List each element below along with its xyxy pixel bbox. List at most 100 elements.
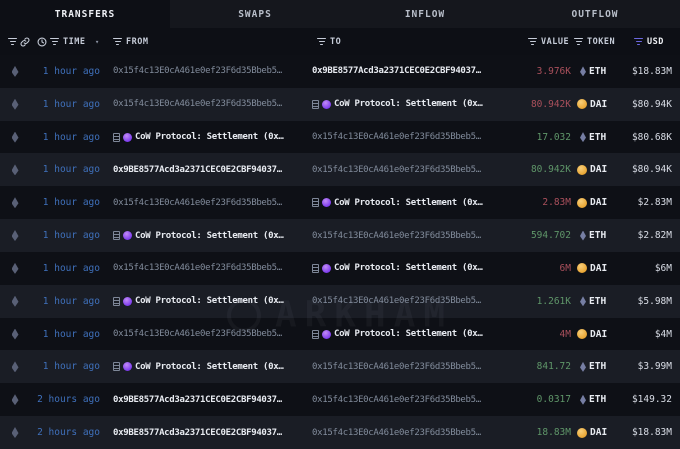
time-link[interactable]: 2 hours ago xyxy=(30,427,105,438)
time-link[interactable]: 1 hour ago xyxy=(30,132,105,143)
entity-link[interactable]: CoW Protocol: Settlement (0x… xyxy=(135,296,283,306)
usd-cell: $80.94K xyxy=(615,164,680,175)
usd-sort-icon[interactable] xyxy=(634,28,643,55)
table-row[interactable]: 1 hour ago CoW Protocol: Settlement (0x…… xyxy=(0,285,680,318)
token-symbol: ETH xyxy=(589,361,606,372)
address-link[interactable]: 0x9BE8577Acd3a2371CEC0E2CBF94037… xyxy=(113,395,282,405)
column-header-usd[interactable]: USD xyxy=(647,28,664,55)
table-row[interactable]: 1 hour ago 0x9BE8577Acd3a2371CEC0E2CBF94… xyxy=(0,153,680,186)
contract-doc-icon xyxy=(312,330,319,339)
address-link[interactable]: 0x9BE8577Acd3a2371CEC0E2CBF94037… xyxy=(312,66,481,76)
entity-link[interactable]: CoW Protocol: Settlement (0x… xyxy=(334,198,482,208)
table-row[interactable]: 1 hour ago CoW Protocol: Settlement (0x…… xyxy=(0,350,680,383)
cow-protocol-icon xyxy=(123,362,132,371)
cow-protocol-icon xyxy=(123,133,132,142)
value-cell: 17.032 xyxy=(500,132,575,143)
time-link[interactable]: 1 hour ago xyxy=(30,296,105,307)
tab-inflow[interactable]: INFLOW xyxy=(340,0,510,28)
contract-doc-icon xyxy=(113,133,120,142)
to-cell: CoW Protocol: Settlement (0x… xyxy=(304,99,500,109)
to-cell: 0x15f4c13E0cA461e0ef23F6d35Bbeb5… xyxy=(304,296,500,306)
contract-doc-icon xyxy=(113,297,120,306)
time-link[interactable]: 1 hour ago xyxy=(30,66,105,77)
time-link[interactable]: 1 hour ago xyxy=(30,164,105,175)
entity-link[interactable]: CoW Protocol: Settlement (0x… xyxy=(135,231,283,241)
token-symbol: DAI xyxy=(590,164,607,175)
column-header-value[interactable]: VALUE xyxy=(541,28,569,55)
token-link[interactable]: DAI xyxy=(575,263,615,274)
to-filter-icon[interactable] xyxy=(317,28,326,55)
entity-link[interactable]: CoW Protocol: Settlement (0x… xyxy=(135,362,283,372)
tab-outflow[interactable]: OUTFLOW xyxy=(510,0,680,28)
table-row[interactable]: 1 hour ago CoW Protocol: Settlement (0x…… xyxy=(0,219,680,252)
column-header-to[interactable]: TO xyxy=(330,28,341,55)
address-link[interactable]: 0x15f4c13E0cA461e0ef23F6d35Bbeb5… xyxy=(312,231,481,241)
from-cell: CoW Protocol: Settlement (0x… xyxy=(105,132,304,142)
ethereum-chain-icon xyxy=(12,66,19,77)
token-link[interactable]: ETH xyxy=(575,361,615,372)
tab-transfers[interactable]: TRANSFERS xyxy=(0,0,170,28)
clock-icon[interactable] xyxy=(37,28,47,55)
token-link[interactable]: DAI xyxy=(575,99,615,110)
address-link[interactable]: 0x15f4c13E0cA461e0ef23F6d35Bbeb5… xyxy=(312,428,481,438)
address-link[interactable]: 0x15f4c13E0cA461e0ef23F6d35Bbeb5… xyxy=(312,362,481,372)
time-link[interactable]: 1 hour ago xyxy=(30,197,105,208)
time-link[interactable]: 1 hour ago xyxy=(30,263,105,274)
entity-link[interactable]: CoW Protocol: Settlement (0x… xyxy=(135,132,283,142)
address-link[interactable]: 0x15f4c13E0cA461e0ef23F6d35Bbeb5… xyxy=(113,66,282,76)
address-link[interactable]: 0x15f4c13E0cA461e0ef23F6d35Bbeb5… xyxy=(113,198,282,208)
token-link[interactable]: DAI xyxy=(575,427,615,438)
address-link[interactable]: 0x15f4c13E0cA461e0ef23F6d35Bbeb5… xyxy=(312,395,481,405)
table-row[interactable]: 1 hour ago 0x15f4c13E0cA461e0ef23F6d35Bb… xyxy=(0,88,680,121)
time-link[interactable]: 2 hours ago xyxy=(30,394,105,405)
time-link[interactable]: 1 hour ago xyxy=(30,99,105,110)
token-link[interactable]: ETH xyxy=(575,132,615,143)
entity-link[interactable]: CoW Protocol: Settlement (0x… xyxy=(334,99,482,109)
global-filter-icon[interactable] xyxy=(8,28,17,55)
table-row[interactable]: 2 hours ago 0x9BE8577Acd3a2371CEC0E2CBF9… xyxy=(0,383,680,416)
time-link[interactable]: 1 hour ago xyxy=(30,329,105,340)
column-header-time[interactable]: TIME xyxy=(63,28,85,55)
address-link[interactable]: 0x15f4c13E0cA461e0ef23F6d35Bbeb5… xyxy=(113,263,282,273)
address-link[interactable]: 0x9BE8577Acd3a2371CEC0E2CBF94037… xyxy=(113,428,282,438)
table-row[interactable]: 1 hour ago 0x15f4c13E0cA461e0ef23F6d35Bb… xyxy=(0,318,680,351)
token-filter-icon[interactable] xyxy=(574,28,583,55)
address-link[interactable]: 0x15f4c13E0cA461e0ef23F6d35Bbeb5… xyxy=(312,296,481,306)
to-cell: CoW Protocol: Settlement (0x… xyxy=(304,198,500,208)
from-cell: CoW Protocol: Settlement (0x… xyxy=(105,231,304,241)
token-symbol: ETH xyxy=(589,394,606,405)
table-row[interactable]: 1 hour ago 0x15f4c13E0cA461e0ef23F6d35Bb… xyxy=(0,186,680,219)
token-link[interactable]: ETH xyxy=(575,296,615,307)
token-link[interactable]: DAI xyxy=(575,329,615,340)
address-link[interactable]: 0x15f4c13E0cA461e0ef23F6d35Bbeb5… xyxy=(113,99,282,109)
table-row[interactable]: 1 hour ago 0x15f4c13E0cA461e0ef23F6d35Bb… xyxy=(0,55,680,88)
token-link[interactable]: ETH xyxy=(575,66,615,77)
token-link[interactable]: ETH xyxy=(575,394,615,405)
entity-link[interactable]: CoW Protocol: Settlement (0x… xyxy=(334,329,482,339)
value-filter-icon[interactable] xyxy=(528,28,537,55)
token-link[interactable]: ETH xyxy=(575,230,615,241)
table-row[interactable]: 2 hours ago 0x9BE8577Acd3a2371CEC0E2CBF9… xyxy=(0,416,680,449)
chevron-down-icon[interactable]: ▾ xyxy=(95,28,99,55)
table-row[interactable]: 1 hour ago 0x15f4c13E0cA461e0ef23F6d35Bb… xyxy=(0,252,680,285)
address-link[interactable]: 0x9BE8577Acd3a2371CEC0E2CBF94037… xyxy=(113,165,282,175)
address-link[interactable]: 0x15f4c13E0cA461e0ef23F6d35Bbeb5… xyxy=(312,132,481,142)
column-header-token[interactable]: TOKEN xyxy=(587,28,615,55)
time-link[interactable]: 1 hour ago xyxy=(30,230,105,241)
value-cell: 3.976K xyxy=(500,66,575,77)
time-filter-icon[interactable] xyxy=(50,28,59,55)
time-link[interactable]: 1 hour ago xyxy=(30,361,105,372)
token-link[interactable]: DAI xyxy=(575,164,615,175)
column-header-from[interactable]: FROM xyxy=(126,28,148,55)
chain-cell xyxy=(0,263,30,274)
usd-cell: $149.32 xyxy=(615,394,680,405)
entity-link[interactable]: CoW Protocol: Settlement (0x… xyxy=(334,263,482,273)
usd-cell: $6M xyxy=(615,263,680,274)
link-icon[interactable] xyxy=(20,28,30,55)
tab-swaps[interactable]: SWAPS xyxy=(170,0,340,28)
from-filter-icon[interactable] xyxy=(113,28,122,55)
address-link[interactable]: 0x15f4c13E0cA461e0ef23F6d35Bbeb5… xyxy=(312,165,481,175)
token-link[interactable]: DAI xyxy=(575,197,615,208)
table-row[interactable]: 1 hour ago CoW Protocol: Settlement (0x…… xyxy=(0,121,680,154)
address-link[interactable]: 0x15f4c13E0cA461e0ef23F6d35Bbeb5… xyxy=(113,329,282,339)
